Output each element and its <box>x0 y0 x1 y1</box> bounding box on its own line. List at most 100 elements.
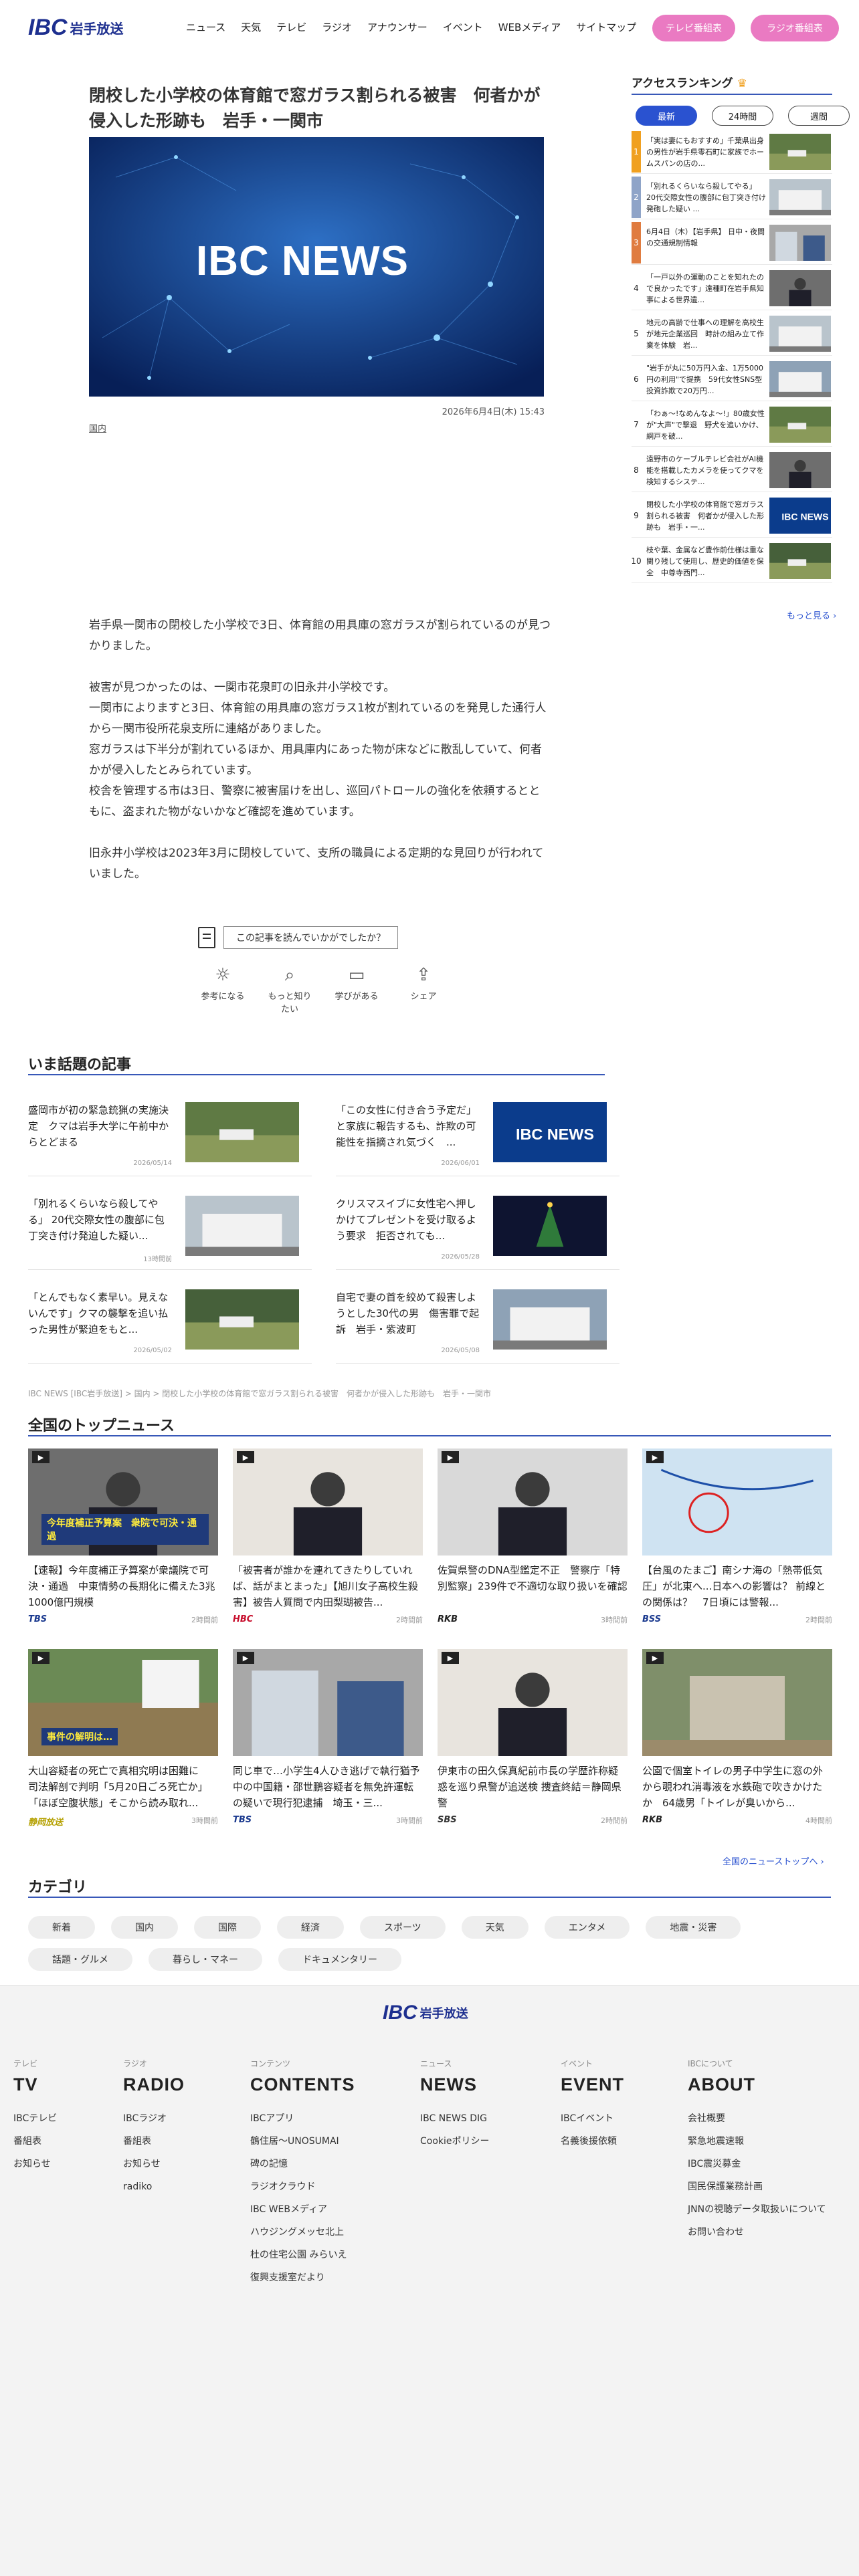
nav-item-webmedia[interactable]: WEBメディア <box>498 20 561 34</box>
national-news-card[interactable]: ▶ 伊東市の田久保真紀前市長の学歴詐称疑惑を巡り県警が追送検 捜査終結＝静岡県警 S… <box>438 1649 628 1826</box>
topic-card[interactable]: 自宅で妻の首を絞めて殺害しようとした30代の男 傷害罪で起訴 岩手・紫波町 202… <box>336 1289 619 1364</box>
footer-link[interactable]: 鶴住居〜UNOSUMAI <box>250 2130 355 2153</box>
share-icon: ⇪ <box>416 965 431 985</box>
ranking-item-text: "岩手が丸に50万円入金、1万5000円の利用"で提携 59代女性SNS型投資詐… <box>646 364 764 395</box>
footer-link[interactable]: ハウジングメッセ北上 <box>250 2221 355 2244</box>
news-time: 3時間前 <box>191 1816 218 1825</box>
national-more-link[interactable]: 全国のニューストップへ › <box>723 1854 824 1867</box>
category-chip-disaster[interactable]: 地震・災害 <box>646 1916 741 1939</box>
nav-item-event[interactable]: イベント <box>443 20 483 34</box>
national-news-card[interactable]: ▶ 同じ車で…小学生4人ひき逃げで執行猶予中の中国籍・邵世鵬容疑者を無免許運転の疑… <box>233 1649 423 1826</box>
footer-link[interactable]: IBC NEWS DIG <box>420 2107 490 2130</box>
footer-link[interactable]: ラジオクラウド <box>250 2175 355 2198</box>
breadcrumb[interactable]: IBC NEWS [IBC岩手放送] > 国内 > 閉校した小学校の体育館で窓ガ… <box>28 1388 491 1399</box>
national-news-card[interactable]: ▶ 今年度補正予算案 衆院で可決・通過 【速報】今年度補正予算案が衆議院で可決・通過… <box>28 1448 218 1625</box>
category-chip-economy[interactable]: 経済 <box>277 1916 344 1939</box>
ranking-tab-24h[interactable]: 24時間 <box>712 106 773 126</box>
topic-card[interactable]: 「とんでもなく素早い。見えないんです」クマの襲撃を追い払った男性が緊迫をもと..… <box>28 1289 312 1364</box>
ranking-item[interactable]: 1 「実は妻にもおすすめ」千葉県出身の男性が岩手県零石町に家族でホームスパンの店の… <box>632 131 832 174</box>
reaction-learning-button[interactable]: ▭ 学びがある <box>331 965 382 1014</box>
national-news-card[interactable]: ▶ 【台風のたまご】南シナ海の「熱帯低気圧」が北東へ...日本への影響は？ 前線と… <box>642 1448 832 1625</box>
footer-link[interactable]: Cookieポリシー <box>420 2130 490 2153</box>
national-news-card[interactable]: ▶ 公園で個室トイレの男子中学生に窓の外から覗われ消毒液を水鉄砲で吹きかけたか 6… <box>642 1649 832 1826</box>
nav-item-radio[interactable]: ラジオ <box>322 20 352 34</box>
news-source-logo: RKB <box>642 1815 662 1825</box>
footer-link[interactable]: JNNの視聴データ取扱いについて <box>688 2198 826 2221</box>
national-news-card[interactable]: ▶ 「被害者が誰かを連れてきたりしていれば、話がまとまった」【旭川女子高校生殺害】… <box>233 1448 423 1625</box>
reaction-know-more-button[interactable]: ⌕ もっと知りたい <box>264 965 315 1014</box>
topic-card[interactable]: 盛岡市が初の緊急銃猟の実施決定 クマは岩手大学に午前中からとどまる 2026/05… <box>28 1102 312 1176</box>
ranking-item-text: 「わぁ〜!なめんなよ〜!」80歳女性が"大声"で撃退 野犬を追いかけ、網戸を破.… <box>646 409 765 441</box>
topic-card[interactable]: 「この女性に付き合う予定だ」と家族に報告するも、詐欺の可能性を指摘され気づく .… <box>336 1102 619 1176</box>
footer-column-label: ニュース <box>420 2059 452 2068</box>
topic-card[interactable]: 「別れるくらいなら殺してやる」 20代交際女性の腹部に包丁突き付け発迫した疑い.… <box>28 1196 312 1270</box>
footer-link[interactable]: IBCイベント <box>561 2107 624 2130</box>
ranking-item-text: 枝や葉、金属など豊作前仕様は重な関り残して使用し、歴史的価値を保全 中尊寺西門.… <box>646 546 764 577</box>
category-chip-new[interactable]: 新着 <box>28 1916 95 1939</box>
category-chip-money[interactable]: 暮らし・マネー <box>149 1948 262 1971</box>
topic-card[interactable]: クリスマスイブに女性宅へ押しかけてプレゼントを受け取るよう要求 拒否されても..… <box>336 1196 619 1270</box>
footer-link[interactable]: IBC震災募金 <box>688 2153 826 2175</box>
ranking-tab-latest[interactable]: 最新 <box>636 106 697 126</box>
nav-item-news[interactable]: ニュース <box>186 20 225 34</box>
nav-item-announcer[interactable]: アナウンサー <box>367 20 427 34</box>
radio-schedule-button[interactable]: ラジオ番組表 <box>751 15 839 41</box>
ranking-item[interactable]: 6 "岩手が丸に50万円入金、1万5000円の利用"で提携 59代女性SNS型投資… <box>632 358 832 401</box>
ranking-item[interactable]: 5 地元の高齢で仕事への理解を高校生が地元企業巡回 時計の組み立て作業を体験 岩.… <box>632 313 832 356</box>
national-news-card[interactable]: ▶ 佐賀県警のDNA型鑑定不正 警察庁「特別監察」239件で不適切な取り扱いを確認… <box>438 1448 628 1625</box>
footer-link[interactable]: radiko <box>123 2175 185 2198</box>
footer-link[interactable]: お問い合わせ <box>688 2221 826 2244</box>
footer-link[interactable]: IBCアプリ <box>250 2107 355 2130</box>
ranking-item[interactable]: 7 「わぁ〜!なめんなよ〜!」80歳女性が"大声"で撃退 野犬を追いかけ、網戸を破… <box>632 404 832 447</box>
category-chip-domestic[interactable]: 国内 <box>111 1916 178 1939</box>
national-news-thumbnail: ▶ <box>233 1448 423 1555</box>
news-source-logo: BSS <box>642 1614 662 1624</box>
tv-schedule-button[interactable]: テレビ番組表 <box>652 15 735 41</box>
category-chip-entertainment[interactable]: エンタメ <box>544 1916 630 1939</box>
ranking-more-link[interactable]: もっと見る › <box>787 609 836 621</box>
footer-link[interactable]: IBC WEBメディア <box>250 2198 355 2221</box>
ranking-item[interactable]: 9 閉校した小学校の体育館で窓ガラス割られる被害 何者かが侵入した形跡も 岩手・一… <box>632 495 832 538</box>
topic-title: 「別れるくらいなら殺してやる」 20代交際女性の腹部に包丁突き付け発迫した疑い.… <box>28 1198 165 1242</box>
footer-link[interactable]: IBCテレビ <box>13 2107 57 2130</box>
article-category-tag[interactable]: 国内 <box>89 421 106 434</box>
footer-link[interactable]: 番組表 <box>123 2130 185 2153</box>
footer-link[interactable]: 番組表 <box>13 2130 57 2153</box>
national-news-card[interactable]: ▶ 事件の解明は… 大山容疑者の死亡で真相究明は困難に 司法解剖で判明「5月20日ご… <box>28 1649 218 1828</box>
footer-link[interactable]: 碑の記憶 <box>250 2153 355 2175</box>
ranking-item[interactable]: 10 枝や葉、金属など豊作前仕様は重な関り残して使用し、歴史的価値を保全 中尊寺西… <box>631 540 832 583</box>
category-chip-international[interactable]: 国際 <box>194 1916 261 1939</box>
nav-item-weather[interactable]: 天気 <box>241 20 261 34</box>
ranking-item-text: 地元の高齢で仕事への理解を高校生が地元企業巡回 時計の組み立て作業を体験 岩..… <box>646 318 764 350</box>
footer-link[interactable]: お知らせ <box>13 2153 57 2175</box>
news-time: 4時間前 <box>805 1816 832 1825</box>
site-logo[interactable]: IBC 岩手放送 <box>28 15 124 41</box>
category-chip-sports[interactable]: スポーツ <box>360 1916 446 1939</box>
category-chip-gourmet[interactable]: 話題・グルメ <box>28 1948 132 1971</box>
footer-link[interactable]: 緊急地震速報 <box>688 2130 826 2153</box>
share-button[interactable]: ⇪ シェア <box>398 965 449 1014</box>
ranking-item-text: 閉校した小学校の体育館で窓ガラス割られる被害 何者かが侵入した形跡も 岩手・一.… <box>646 500 764 532</box>
ranking-item-text: 「一戸以外の運動のことを知れたので良かったです」遠種町在岩手県知事による世界遺.… <box>646 273 764 304</box>
footer-link[interactable]: 復興支援室だより <box>250 2266 355 2289</box>
footer-logo[interactable]: IBC 岩手放送 <box>383 2002 468 2024</box>
footer-link[interactable]: 名義後援依頼 <box>561 2130 624 2153</box>
footer-link[interactable]: IBCラジオ <box>123 2107 185 2130</box>
news-source-logo: SBS <box>438 1815 457 1825</box>
ranking-item[interactable]: 2 「別れるくらいなら殺してやる」 20代交際女性の腹部に包丁突き付け発砲した疑い… <box>632 177 832 219</box>
footer-link[interactable]: 国民保護業務計画 <box>688 2175 826 2198</box>
footer-link[interactable]: 会社概要 <box>688 2107 826 2130</box>
ranking-item[interactable]: 8 遠野市のケーブルテレビ会社がAI機能を搭載したカメラを使ってクマを検知するシス… <box>632 449 832 492</box>
ranking-item[interactable]: 3 6月4日（木）【岩手県】 日中・夜間の交通規制情報 <box>632 222 832 265</box>
nav-item-sitemap[interactable]: サイトマップ <box>576 20 636 34</box>
footer-link[interactable]: お知らせ <box>123 2153 185 2175</box>
footer-link[interactable]: 杜の住宅公園 みらいえ <box>250 2244 355 2266</box>
crown-icon: ♛ <box>737 77 747 90</box>
category-chip-documentary[interactable]: ドキュメンタリー <box>278 1948 401 1971</box>
reaction-helpful-button[interactable]: ☼ 参考になる <box>197 965 248 1014</box>
ranking-tab-weekly[interactable]: 週間 <box>788 106 850 126</box>
category-chip-weather[interactable]: 天気 <box>461 1916 529 1939</box>
ranking-item[interactable]: 4 「一戸以外の運動のことを知れたので良かったです」遠種町在岩手県知事による世界遺… <box>632 267 832 310</box>
nav-item-tv[interactable]: テレビ <box>276 20 306 34</box>
ranking-number: 6 <box>634 374 639 384</box>
